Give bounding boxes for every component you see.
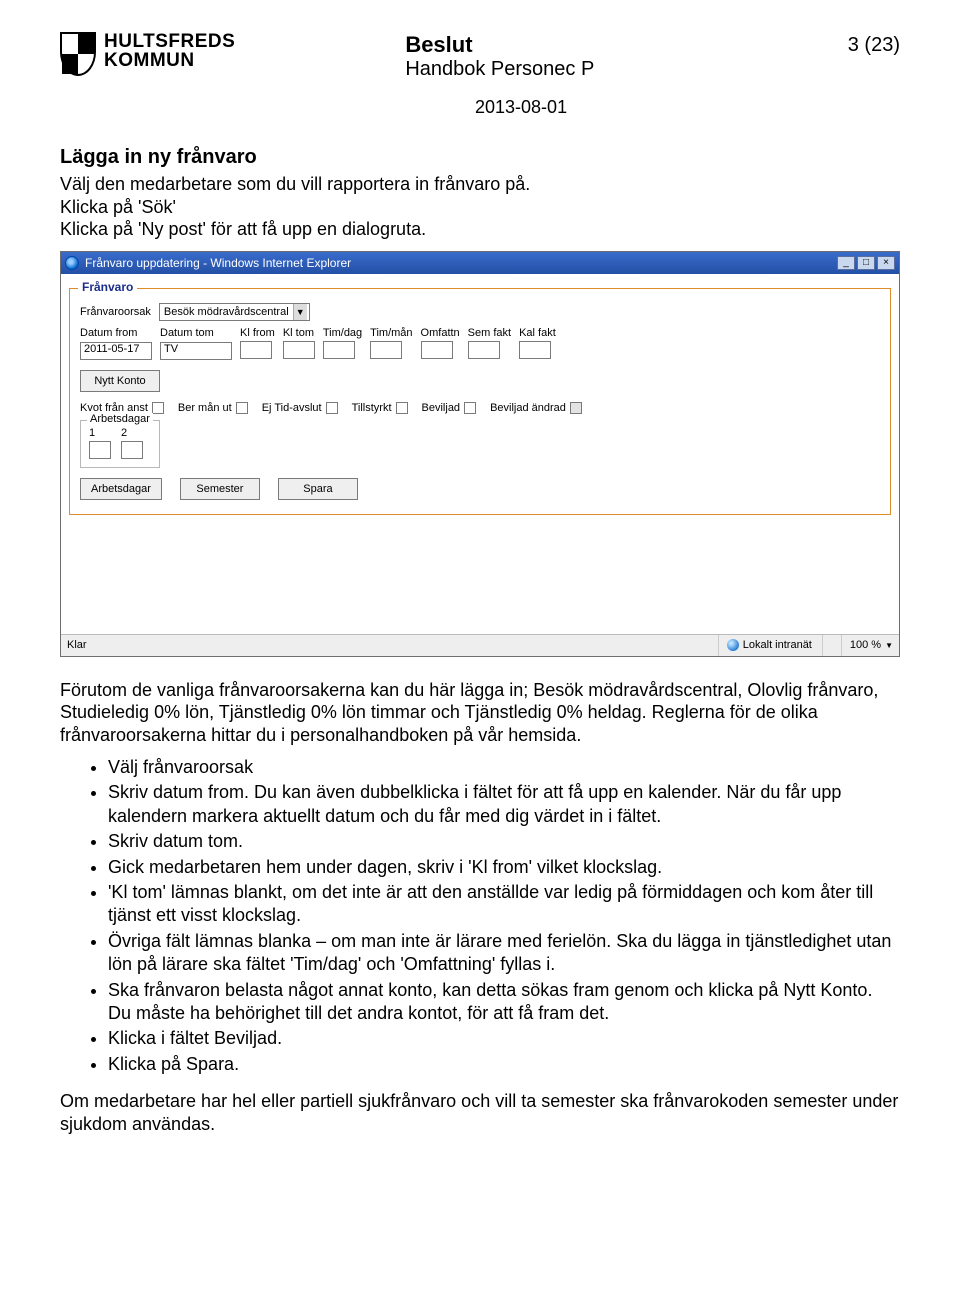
ber-checkbox[interactable] xyxy=(236,402,248,414)
bev-label: Beviljad xyxy=(422,402,461,414)
date-grid: Datum from Datum tom Kl from Kl tom Tim/… xyxy=(80,327,564,362)
minimize-button[interactable]: _ xyxy=(837,256,855,270)
col-kl-tom: Kl tom xyxy=(283,327,323,341)
intro-line3: Klicka på 'Ny post' för att få upp en di… xyxy=(60,219,426,239)
list-item: Skriv datum from. Du kan även dubbelklic… xyxy=(108,781,900,828)
org-logo-block: HULTSFREDS KOMMUN xyxy=(60,32,235,76)
list-item: Övriga fält lämnas blanka – om man inte … xyxy=(108,930,900,977)
list-item: 'Kl tom' lämnas blankt, om det inte är a… xyxy=(108,881,900,928)
col-omfattn: Omfattn xyxy=(421,327,468,341)
arbetsdagar-button[interactable]: Arbetsdagar xyxy=(80,478,162,500)
col-datum-from: Datum from xyxy=(80,327,160,341)
tim-dag-input[interactable] xyxy=(323,341,355,359)
list-item: Ska frånvaron belasta något annat konto,… xyxy=(108,979,900,1026)
status-left: Klar xyxy=(67,639,87,651)
status-zone: Lokalt intranät xyxy=(743,639,812,651)
org-name-line2: KOMMUN xyxy=(104,51,235,70)
kal-fakt-input[interactable] xyxy=(519,341,551,359)
col-tim-dag: Tim/dag xyxy=(323,327,370,341)
maximize-button[interactable]: □ xyxy=(857,256,875,270)
semester-button[interactable]: Semester xyxy=(180,478,260,500)
zoom-label: 100 % xyxy=(850,639,881,651)
globe-icon xyxy=(727,639,739,651)
arbetsdagar-group: Arbetsdagar 1 2 xyxy=(80,420,160,468)
doc-date: 2013-08-01 xyxy=(60,97,900,118)
paragraph-1: Förutom de vanliga frånvaroorsakerna kan… xyxy=(60,679,900,747)
omfattn-input[interactable] xyxy=(421,341,453,359)
reason-label: Frånvaroorsak xyxy=(80,306,151,318)
till-checkbox[interactable] xyxy=(396,402,408,414)
col-kal-fakt: Kal fakt xyxy=(519,327,564,341)
window-title: Frånvaro uppdatering - Windows Internet … xyxy=(85,256,837,270)
list-item: Klicka i fältet Beviljad. xyxy=(108,1027,900,1050)
protected-mode-seg xyxy=(822,635,831,656)
crest-icon xyxy=(60,32,96,76)
col-kl-from: Kl from xyxy=(240,327,283,341)
datum-tom-input[interactable]: TV xyxy=(160,342,232,360)
dialog-window: Frånvaro uppdatering - Windows Internet … xyxy=(60,251,900,657)
ej-checkbox[interactable] xyxy=(326,402,338,414)
col-datum-tom: Datum tom xyxy=(160,327,240,341)
group-legend: Frånvaro xyxy=(78,280,137,294)
section-heading: Lägga in ny frånvaro xyxy=(60,146,900,169)
status-bar: Klar Lokalt intranät 100 % ▼ xyxy=(61,634,899,656)
bev-andr-label: Beviljad ändrad xyxy=(490,402,566,414)
arbetsdagar-legend: Arbetsdagar xyxy=(87,413,153,425)
intro-line2: Klicka på 'Sök' xyxy=(60,197,176,217)
col-tim-man: Tim/mån xyxy=(370,327,420,341)
list-item: Gick medarbetaren hem under dagen, skriv… xyxy=(108,856,900,879)
bullet-list: Välj frånvaroorsak Skriv datum from. Du … xyxy=(60,756,900,1076)
ie-icon xyxy=(65,256,79,270)
kvot-checkbox[interactable] xyxy=(152,402,164,414)
list-item: Välj frånvaroorsak xyxy=(108,756,900,779)
bev-checkbox[interactable] xyxy=(464,402,476,414)
list-item: Klicka på Spara. xyxy=(108,1053,900,1076)
franvaro-group: Frånvaro Frånvaroorsak Besök mödravårdsc… xyxy=(69,288,891,515)
document-header: HULTSFREDS KOMMUN Beslut Handbok Persone… xyxy=(60,32,900,81)
reason-select[interactable]: Besök mödravårdscentral ▼ xyxy=(159,303,310,321)
list-item: Skriv datum tom. xyxy=(108,830,900,853)
intro-line1: Välj den medarbetare som du vill rapport… xyxy=(60,174,530,194)
datum-from-input[interactable]: 2011-05-17 xyxy=(80,342,152,360)
ej-label: Ej Tid-avslut xyxy=(262,402,322,414)
kl-tom-input[interactable] xyxy=(283,341,315,359)
ber-label: Ber mån ut xyxy=(178,402,232,414)
bev-andr-checkbox[interactable] xyxy=(570,402,582,414)
num2-label: 2 xyxy=(121,427,127,439)
num1-label: 1 xyxy=(89,427,95,439)
num2-input[interactable] xyxy=(121,441,143,459)
doc-subtitle: Handbok Personec P xyxy=(405,58,847,81)
chevron-down-icon: ▼ xyxy=(293,304,307,320)
col-sem-fakt: Sem fakt xyxy=(468,327,519,341)
close-button[interactable]: × xyxy=(877,256,895,270)
num1-input[interactable] xyxy=(89,441,111,459)
window-titlebar: Frånvaro uppdatering - Windows Internet … xyxy=(61,252,899,274)
page-number: 3 (23) xyxy=(848,32,900,57)
paragraph-2: Om medarbetare har hel eller partiell sj… xyxy=(60,1090,900,1135)
tim-man-input[interactable] xyxy=(370,341,402,359)
kl-from-input[interactable] xyxy=(240,341,272,359)
sem-fakt-input[interactable] xyxy=(468,341,500,359)
reason-value: Besök mödravårdscentral xyxy=(164,306,289,318)
chevron-down-icon[interactable]: ▼ xyxy=(885,641,893,650)
till-label: Tillstyrkt xyxy=(352,402,392,414)
spara-button[interactable]: Spara xyxy=(278,478,358,500)
org-name-line1: HULTSFREDS xyxy=(104,32,235,51)
intro-text: Välj den medarbetare som du vill rapport… xyxy=(60,173,900,241)
nytt-konto-button[interactable]: Nytt Konto xyxy=(80,370,160,392)
doc-title: Beslut xyxy=(405,32,847,58)
